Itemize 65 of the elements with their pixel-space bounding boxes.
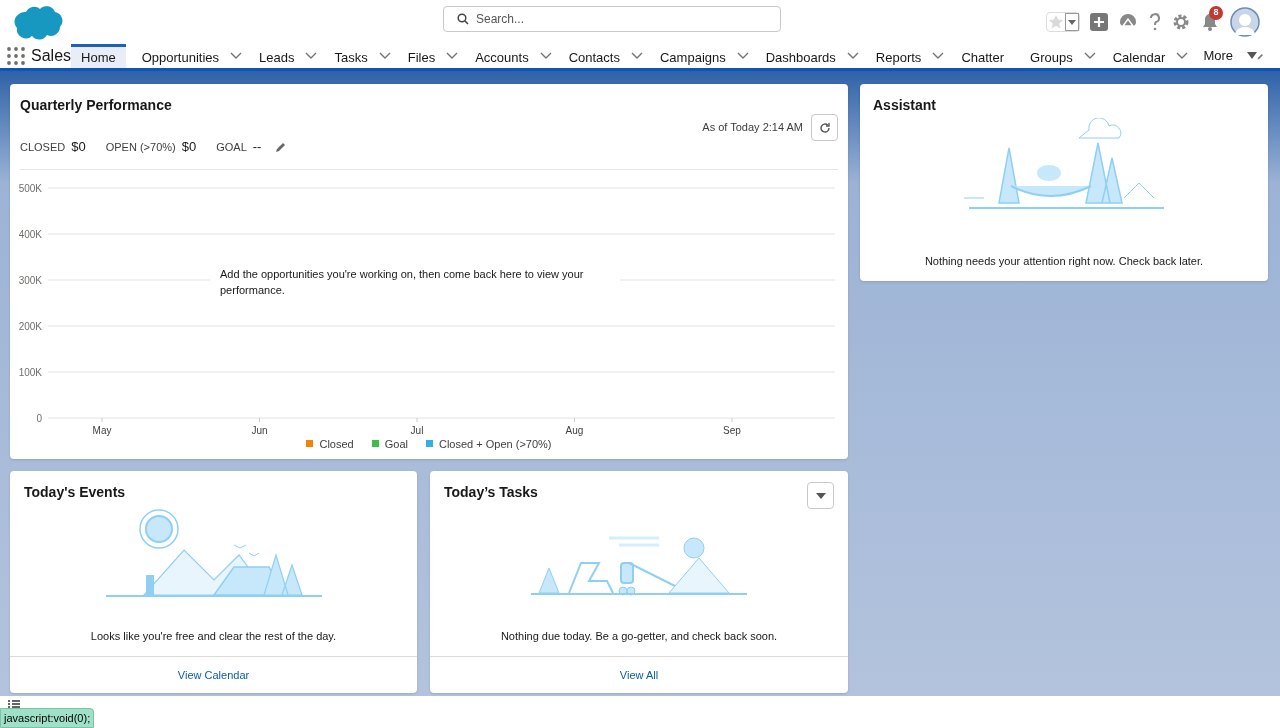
axis-tick-label: 300K: [18, 274, 42, 286]
nav-tab[interactable]: Leads: [249, 44, 305, 68]
card-title: Today’s Tasks: [444, 483, 538, 502]
axis-tick-label: 500K: [18, 182, 42, 194]
axis-tick-label: 100K: [18, 366, 42, 378]
nav-tab[interactable]: Files: [397, 44, 446, 68]
search-icon: [457, 13, 469, 25]
nav-tab[interactable]: Calendar: [1102, 44, 1176, 68]
axis-tick-label: Aug: [565, 424, 584, 436]
more-menu[interactable]: More: [1197, 46, 1240, 66]
caret-down-icon: [815, 491, 826, 500]
timestamp: As of Today 2:14 AM: [702, 120, 803, 136]
nav-tab[interactable]: Tasks: [324, 44, 378, 68]
caret-down-icon: [1065, 13, 1079, 31]
empty-state-message: Looks like you're free and clear the rest of the day.: [90, 628, 337, 644]
nav-tab[interactable]: Home: [71, 44, 126, 68]
axis-tick-label: 400K: [18, 228, 42, 240]
card-title: Today's Events: [24, 483, 126, 502]
axis-tick-label: Sep: [723, 424, 741, 436]
metric-label: CLOSED: [20, 139, 66, 155]
nav-tab[interactable]: Contacts: [558, 44, 630, 68]
card-title: Quarterly Performance: [20, 96, 173, 115]
caret-down-icon[interactable]: [1247, 52, 1258, 60]
axis-tick-label: 200K: [18, 320, 42, 332]
metric-value: --: [252, 138, 262, 156]
axis-tick-label: Jun: [251, 424, 268, 436]
avatar[interactable]: [1230, 7, 1260, 37]
nav-tab[interactable]: Accounts: [465, 44, 539, 68]
nav-tab[interactable]: Groups: [1020, 44, 1083, 68]
metric-label: GOAL: [216, 139, 247, 155]
refresh-button[interactable]: [811, 114, 838, 141]
checklist-icon[interactable]: [8, 699, 20, 709]
empty-state-message: Nothing needs your attention right now. Check back later.: [924, 253, 1204, 269]
metric-value: $0: [71, 138, 86, 156]
nav-tab[interactable]: Dashboards: [755, 44, 846, 68]
axis-tick-label: May: [92, 424, 112, 436]
add-icon[interactable]: [1090, 13, 1108, 31]
nav-tab[interactable]: Opportunities: [131, 44, 230, 68]
app-name: Sales: [31, 46, 72, 66]
help-icon[interactable]: [1148, 12, 1162, 32]
status-bar-url: javascript:void(0);: [0, 707, 95, 728]
settings-icon[interactable]: [1172, 13, 1190, 31]
dropdown-button[interactable]: [807, 482, 834, 509]
notification-count: 8: [1209, 6, 1223, 20]
legend-label: Closed: [319, 436, 354, 452]
favorites-button[interactable]: [1046, 12, 1080, 32]
footer-link[interactable]: View Calendar: [177, 666, 250, 684]
nav-tab[interactable]: Campaigns: [649, 44, 736, 68]
legend-label: Closed + Open (>70%): [439, 436, 552, 452]
card-title: Assistant: [872, 96, 938, 115]
empty-state-message: Nothing due today. Be a go-getter, and check back soon.: [500, 628, 778, 644]
nav-tab[interactable]: Chatter: [951, 44, 1014, 68]
search-field[interactable]: Search...: [443, 6, 781, 32]
metric-value: $0: [181, 138, 197, 156]
refresh-icon: [818, 121, 831, 134]
metric-label: OPEN (>70%): [105, 139, 176, 155]
edit-icon[interactable]: [275, 140, 288, 153]
legend-label: Goal: [384, 436, 408, 452]
footer-link[interactable]: View All: [619, 666, 659, 684]
axis-tick-label: 0: [36, 412, 42, 424]
nav-tab[interactable]: Reports: [865, 44, 932, 68]
cloud-logo[interactable]: [12, 4, 64, 40]
axis-tick-label: Jul: [410, 424, 424, 436]
star-icon: [1047, 13, 1065, 31]
app-launcher-icon[interactable]: [6, 47, 25, 65]
